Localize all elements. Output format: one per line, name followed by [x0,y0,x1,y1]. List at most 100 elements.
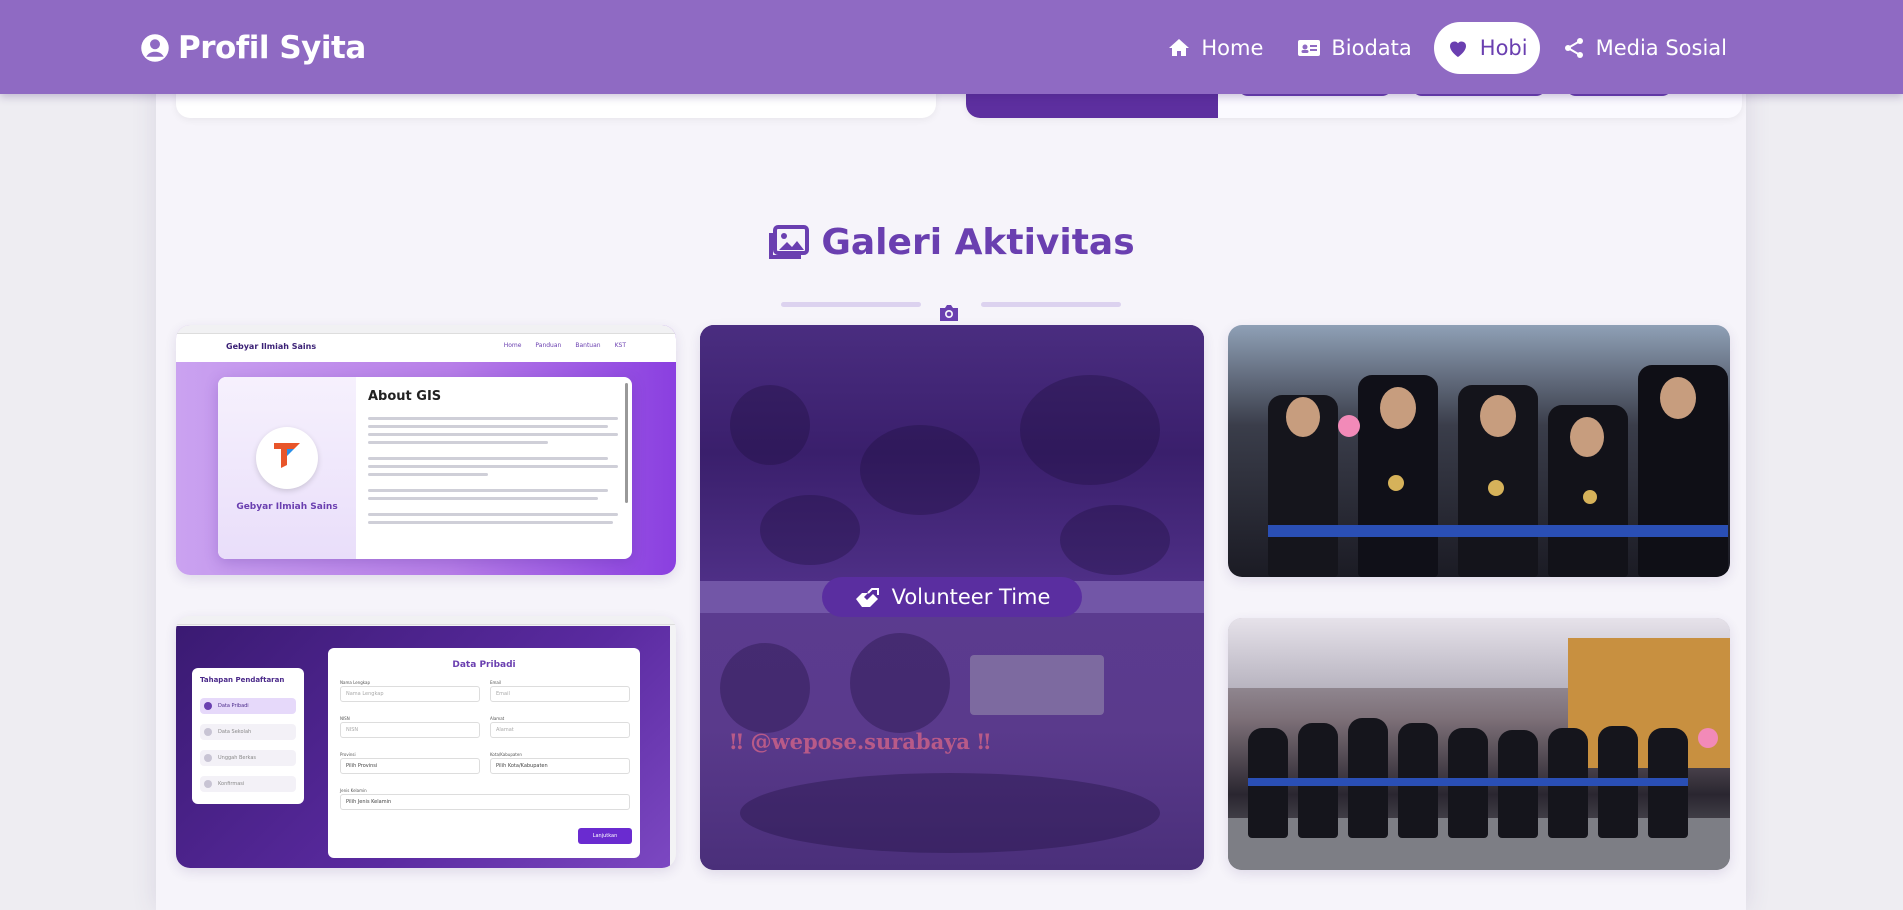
brand[interactable]: Profil Syita [140,28,366,68]
text-line [368,425,608,428]
flower-decoration [1698,728,1718,748]
photo-shadow [740,773,1160,853]
scrollbar[interactable] [625,383,628,503]
heart-icon [1449,41,1466,57]
text-line [368,489,608,492]
gold-ornament [1583,490,1597,504]
performer-face [1380,387,1416,429]
gold-ornament [1488,480,1504,496]
form-background: Tahapan Pendaftaran Data Pribadi Data Se… [176,626,670,868]
nav-home[interactable]: Home [1155,22,1275,74]
banner-in-photo [970,655,1104,715]
title-divider-left [781,302,921,307]
field-placeholder: Pilih Jenis Kelamin [346,799,392,805]
field-placeholder: Alamat [496,727,514,733]
photo-shadow [720,643,810,733]
about-card-brand: Gebyar Ilmiah Sains [218,377,356,559]
performer-face [1286,397,1320,437]
nav-biodata-label: Biodata [1331,36,1412,60]
field-placeholder: Nama Lengkap [346,691,384,697]
performer-face [1480,395,1516,437]
flower-decoration [1338,415,1360,437]
step-label: Unggah Berkas [218,755,257,761]
photo-shadow [1060,505,1170,575]
photo-shadow [1020,375,1160,485]
step-dot [204,702,212,710]
brand-title: Profil Syita [178,30,366,66]
field-placeholder: Pilih Kota/Kabupaten [496,763,548,769]
gallery-item-about-gis[interactable]: Gebyar Ilmiah Sains Home Panduan Bantuan… [176,325,676,575]
gender-select[interactable]: Pilih Jenis Kelamin [340,794,630,810]
field-label: Provinsi [340,752,356,757]
org-logo-icon [274,443,300,468]
field-placeholder: Pilih Provinsi [346,763,378,769]
form-panel: Data Pribadi Nama Lengkap Nama Lengkap E… [328,648,640,858]
about-card: Gebyar Ilmiah Sains About GIS [218,377,632,559]
nav-media-sosial[interactable]: Media Sosial [1550,22,1739,74]
text-line [368,513,618,516]
province-select[interactable]: Pilih Provinsi [340,758,480,774]
site-logo: Gebyar Ilmiah Sains [226,342,317,351]
field-label: Alamat [490,716,505,721]
main-nav: Home Biodata Hobi Media Sosial [1145,22,1739,74]
hands-helping-icon [855,588,879,607]
text-line [368,465,618,468]
user-circle-icon [141,34,169,62]
step-item: Data Pribadi [200,698,296,714]
blue-sash [1268,525,1728,537]
page-container: Galeri Aktivitas Gebyar Ilmiah Sains Hom… [156,0,1746,910]
gallery-item-performance-1[interactable] [1228,325,1730,577]
text-line [368,417,618,420]
field-placeholder: Email [496,691,510,697]
nisn-field[interactable]: NISN [340,722,480,738]
step-item: Konfirmasi [200,776,296,792]
org-name: Gebyar Ilmiah Sains [236,502,338,512]
photo-shadow [730,385,810,465]
form-title: Data Pribadi [452,660,516,670]
gallery-item-performance-2[interactable] [1228,618,1730,870]
volunteer-caption: Volunteer Time [822,577,1082,617]
section-title-text: Galeri Aktivitas [821,222,1135,263]
browser-toolbar [176,616,676,625]
site-nav-link: Panduan [535,342,562,349]
gallery-item-volunteer-time[interactable]: ‼ @wepose.surabaya ‼ Volunteer Time [700,325,1204,870]
id-card-icon [1298,40,1321,56]
images-icon [769,224,810,259]
performer-face [1570,417,1604,457]
step-item: Data Sekolah [200,724,296,740]
continue-button[interactable]: Lanjutkan [578,828,632,844]
home-icon [1169,39,1190,56]
performer-face [1660,377,1696,419]
photo-shadow [850,633,950,733]
nav-hobi[interactable]: Hobi [1433,22,1540,74]
email-field[interactable]: Email [490,686,630,702]
name-field[interactable]: Nama Lengkap [340,686,480,702]
step-dot [204,728,212,736]
share-icon [1564,38,1583,58]
text-line [368,521,613,524]
photo-watermark: ‼ @wepose.surabaya ‼ [730,729,991,754]
field-label: Nama Lengkap [340,680,370,685]
gallery-item-registration-form[interactable]: Tahapan Pendaftaran Data Pribadi Data Se… [176,616,676,868]
camera-icon [940,305,958,321]
photo-shadow [860,425,980,515]
about-title: About GIS [368,389,442,404]
step-label: Konfirmasi [218,781,245,787]
text-line [368,433,618,436]
field-label: Email [490,680,502,685]
volunteer-photo-top [700,325,1204,581]
address-field[interactable]: Alamat [490,722,630,738]
site-nav-link: KST [614,342,626,349]
site-nav-link: Home [503,342,522,349]
nav-biodata[interactable]: Biodata [1285,22,1423,74]
nav-hobi-label: Hobi [1479,36,1528,60]
city-select[interactable]: Pilih Kota/Kabupaten [490,758,630,774]
steps-title: Tahapan Pendaftaran [200,676,285,684]
step-label: Data Sekolah [218,729,252,735]
text-line [368,497,598,500]
step-dot [204,780,212,788]
text-line [368,441,548,444]
nav-home-label: Home [1201,36,1264,60]
blue-sash [1248,778,1688,786]
title-divider-right [981,302,1121,307]
